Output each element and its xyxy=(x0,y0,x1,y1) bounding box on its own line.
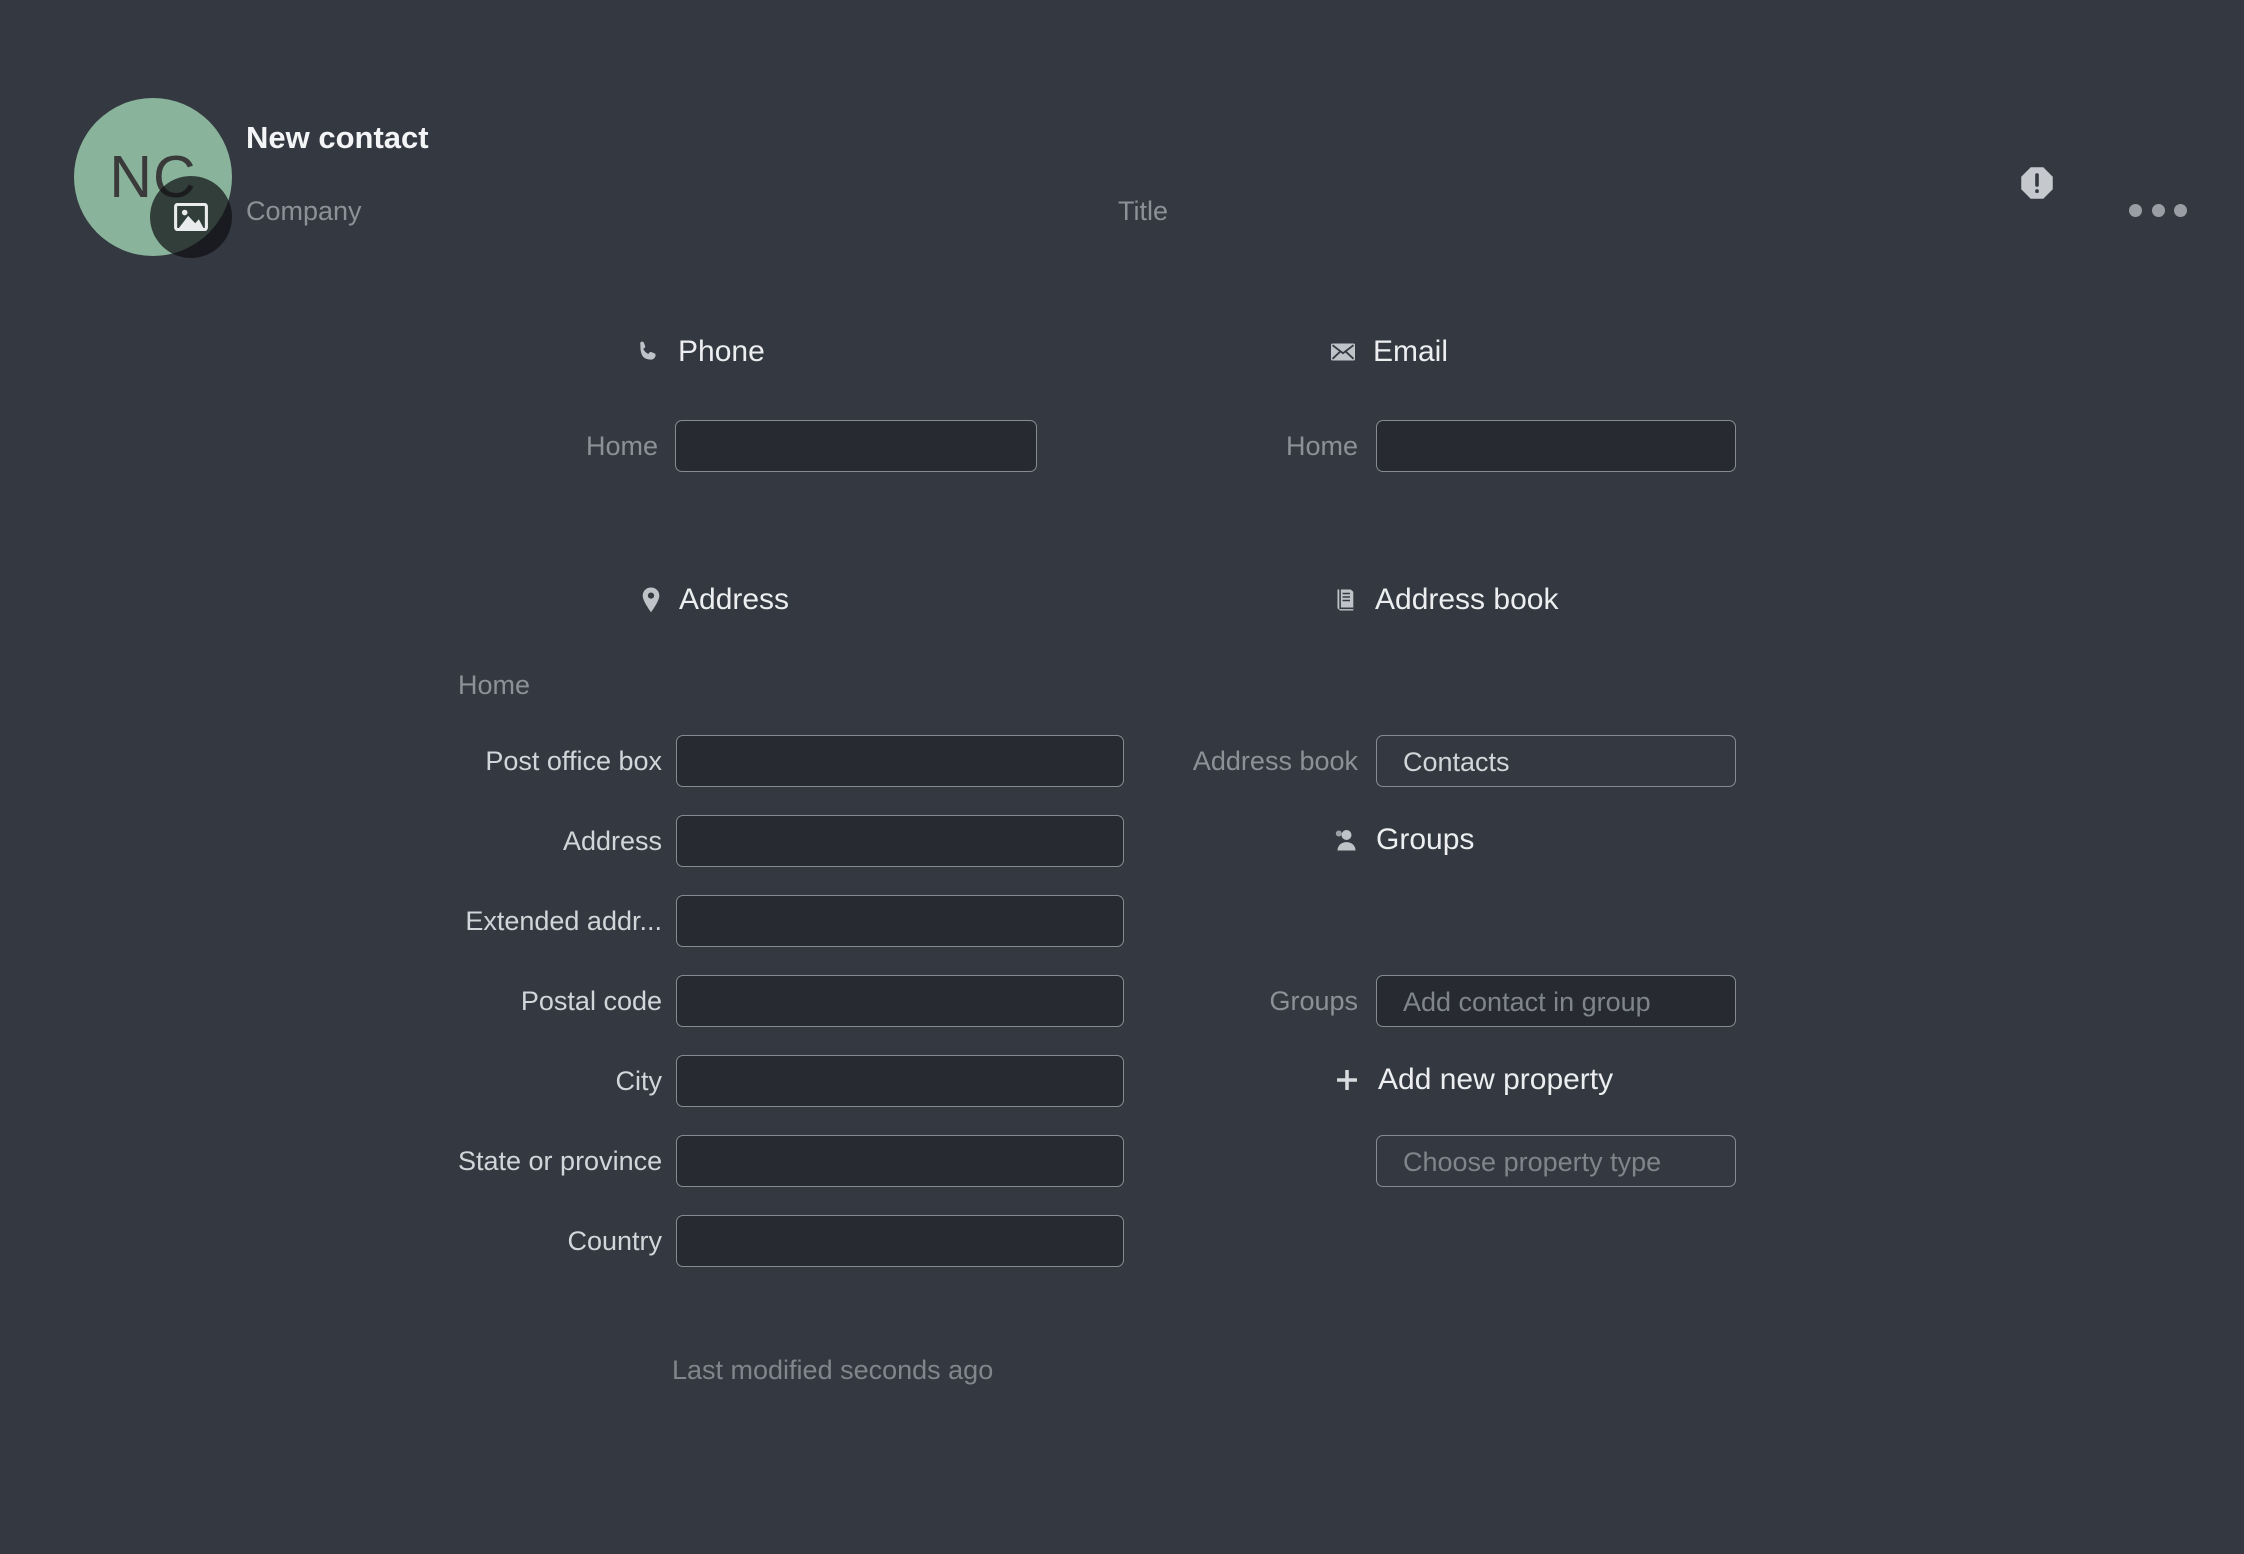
exclamation-octagon-icon[interactable] xyxy=(2019,165,2055,201)
avatar-photo-badge[interactable] xyxy=(150,176,232,258)
row-label-state-or-province: State or province xyxy=(458,1145,663,1176)
address-book-select-value: Contacts xyxy=(1403,747,1510,777)
contact-header: NC New contact Company Title xyxy=(0,0,2244,290)
address-state-input[interactable] xyxy=(676,1135,1124,1187)
book-icon xyxy=(1337,589,1354,611)
groups-input-placeholder: Add contact in group xyxy=(1403,987,1651,1017)
ellipsis-icon-dot-2 xyxy=(2151,203,2165,217)
section-label-address-book: Address book xyxy=(1375,583,1559,616)
address-group-label: Home xyxy=(458,670,531,700)
contact-name-field[interactable]: New contact xyxy=(246,122,429,153)
section-label-phone: Phone xyxy=(678,335,765,368)
row-phone-home: Home xyxy=(458,420,1124,472)
phone-home-input[interactable] xyxy=(675,420,1037,472)
choose-property-type-placeholder: Choose property type xyxy=(1403,1147,1662,1177)
section-label-address: Address xyxy=(679,583,790,616)
row-label-phone-home: Home xyxy=(585,430,658,461)
row-label-extended-address: Extended addr... xyxy=(465,905,662,936)
row-address-country: Country xyxy=(458,1215,1124,1267)
section-label-groups: Groups xyxy=(1376,823,1475,856)
row-email-home: Home xyxy=(1158,420,1736,472)
row-address-state: State or province xyxy=(458,1135,1124,1187)
company-field[interactable]: Company xyxy=(246,198,362,225)
row-label-po-box: Post office box xyxy=(485,745,662,776)
row-groups: Groups Add contact in group xyxy=(1158,975,1736,1027)
person-icon xyxy=(1335,830,1356,851)
add-new-property-label: Add new property xyxy=(1378,1063,1614,1096)
avatar[interactable]: NC xyxy=(74,98,232,258)
row-address-street: Address xyxy=(458,815,1124,867)
address-postal-code-input[interactable] xyxy=(676,975,1124,1027)
row-address-book: Address book Contacts xyxy=(1158,735,1736,787)
section-header-phone: Phone xyxy=(635,337,765,367)
address-book-select[interactable]: Contacts xyxy=(1376,735,1736,787)
add-new-property-button[interactable]: Add new property xyxy=(1333,1065,1613,1095)
envelope-icon xyxy=(1331,343,1355,361)
row-address-postal-code: Postal code xyxy=(458,975,1124,1027)
row-label-postal-code: Postal code xyxy=(520,985,662,1016)
section-label-email: Email xyxy=(1373,335,1449,368)
contact-editor-page: NC New contact Company Title Phone Home … xyxy=(0,0,2244,1554)
address-po-box-input[interactable] xyxy=(676,735,1124,787)
row-address-extended: Extended addr... xyxy=(458,895,1124,947)
plus-icon xyxy=(1337,1070,1357,1090)
phone-icon xyxy=(640,341,656,360)
more-options-button[interactable] xyxy=(2129,197,2187,223)
ellipsis-icon-dot-3 xyxy=(2174,203,2187,217)
address-street-input[interactable] xyxy=(676,815,1124,867)
section-header-address: Address xyxy=(640,585,789,615)
map-pin-icon xyxy=(642,587,660,613)
section-header-email: Email xyxy=(1330,337,1448,367)
section-header-groups: Groups xyxy=(1333,825,1474,855)
row-label-groups: Groups xyxy=(1269,985,1358,1016)
address-city-input[interactable] xyxy=(676,1055,1124,1107)
page-title: New contact xyxy=(246,122,429,153)
row-label-city: City xyxy=(615,1065,663,1096)
row-label-email-home: Home xyxy=(1285,430,1358,461)
job-title-field[interactable]: Title xyxy=(1118,198,1168,225)
choose-property-type-input[interactable]: Choose property type xyxy=(1376,1135,1736,1187)
last-modified-text: Last modified seconds ago xyxy=(672,1355,994,1385)
row-address-po-box: Post office box xyxy=(458,735,1124,787)
row-choose-property-type: Choose property type xyxy=(1376,1135,1736,1187)
groups-input[interactable]: Add contact in group xyxy=(1376,975,1736,1027)
row-label-address: Address xyxy=(562,825,662,856)
image-icon xyxy=(174,203,208,231)
ellipsis-icon-dot-1 xyxy=(2129,203,2142,217)
section-header-address-book: Address book xyxy=(1332,585,1558,615)
email-home-input[interactable] xyxy=(1376,420,1736,472)
row-label-address-book: Address book xyxy=(1192,745,1358,776)
address-extended-input[interactable] xyxy=(676,895,1124,947)
row-label-country: Country xyxy=(567,1225,662,1256)
address-country-input[interactable] xyxy=(676,1215,1124,1267)
row-address-city: City xyxy=(458,1055,1124,1107)
